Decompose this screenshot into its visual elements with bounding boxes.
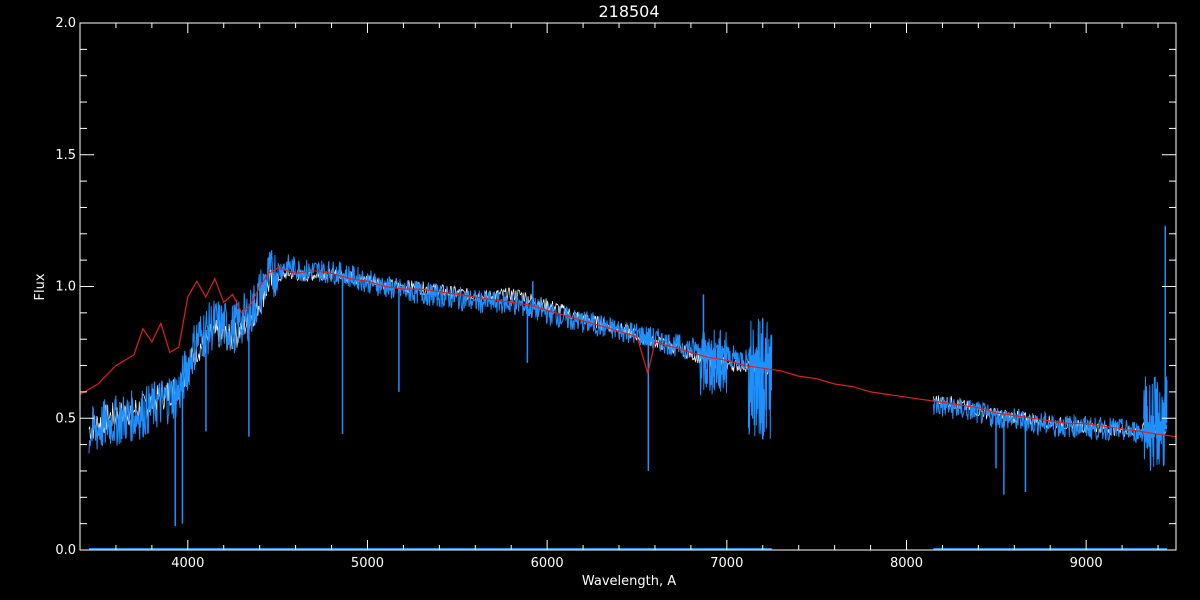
x-axis-title: Wavelength, A <box>582 574 676 589</box>
y-tick-label: 0.0 <box>55 543 76 558</box>
plot-frame <box>79 22 1177 551</box>
y-tick-label: 2.0 <box>55 16 76 31</box>
x-tick-label: 9000 <box>1070 556 1103 571</box>
x-tick-label: 6000 <box>531 556 564 571</box>
x-tick-label: 5000 <box>351 556 384 571</box>
blue-noise-band-1 <box>747 318 773 439</box>
y-axis-title: Flux <box>33 273 48 300</box>
y-tick-label: 1.5 <box>55 148 76 163</box>
y-tick-label: 0.5 <box>55 411 76 426</box>
x-tick-label: 7000 <box>710 556 743 571</box>
blue-noise-band-2 <box>1143 376 1168 471</box>
blue-spectrum-segment-1 <box>932 396 1168 445</box>
spectrum-chart: 4000 5000 6000 7000 8000 90000.00.51.01.52.0 … <box>33 2 1177 589</box>
chart-title: 218504 <box>598 2 659 21</box>
x-tick-label: 4000 <box>171 556 204 571</box>
axis-layer: 4000 5000 6000 7000 8000 9000 0.0 0.5 1.0 1.5 2.0 <box>55 16 1177 571</box>
y-tick-label: 1.0 <box>55 280 76 295</box>
x-tick-label: 8000 <box>890 556 923 571</box>
plot-layer <box>79 225 1177 550</box>
